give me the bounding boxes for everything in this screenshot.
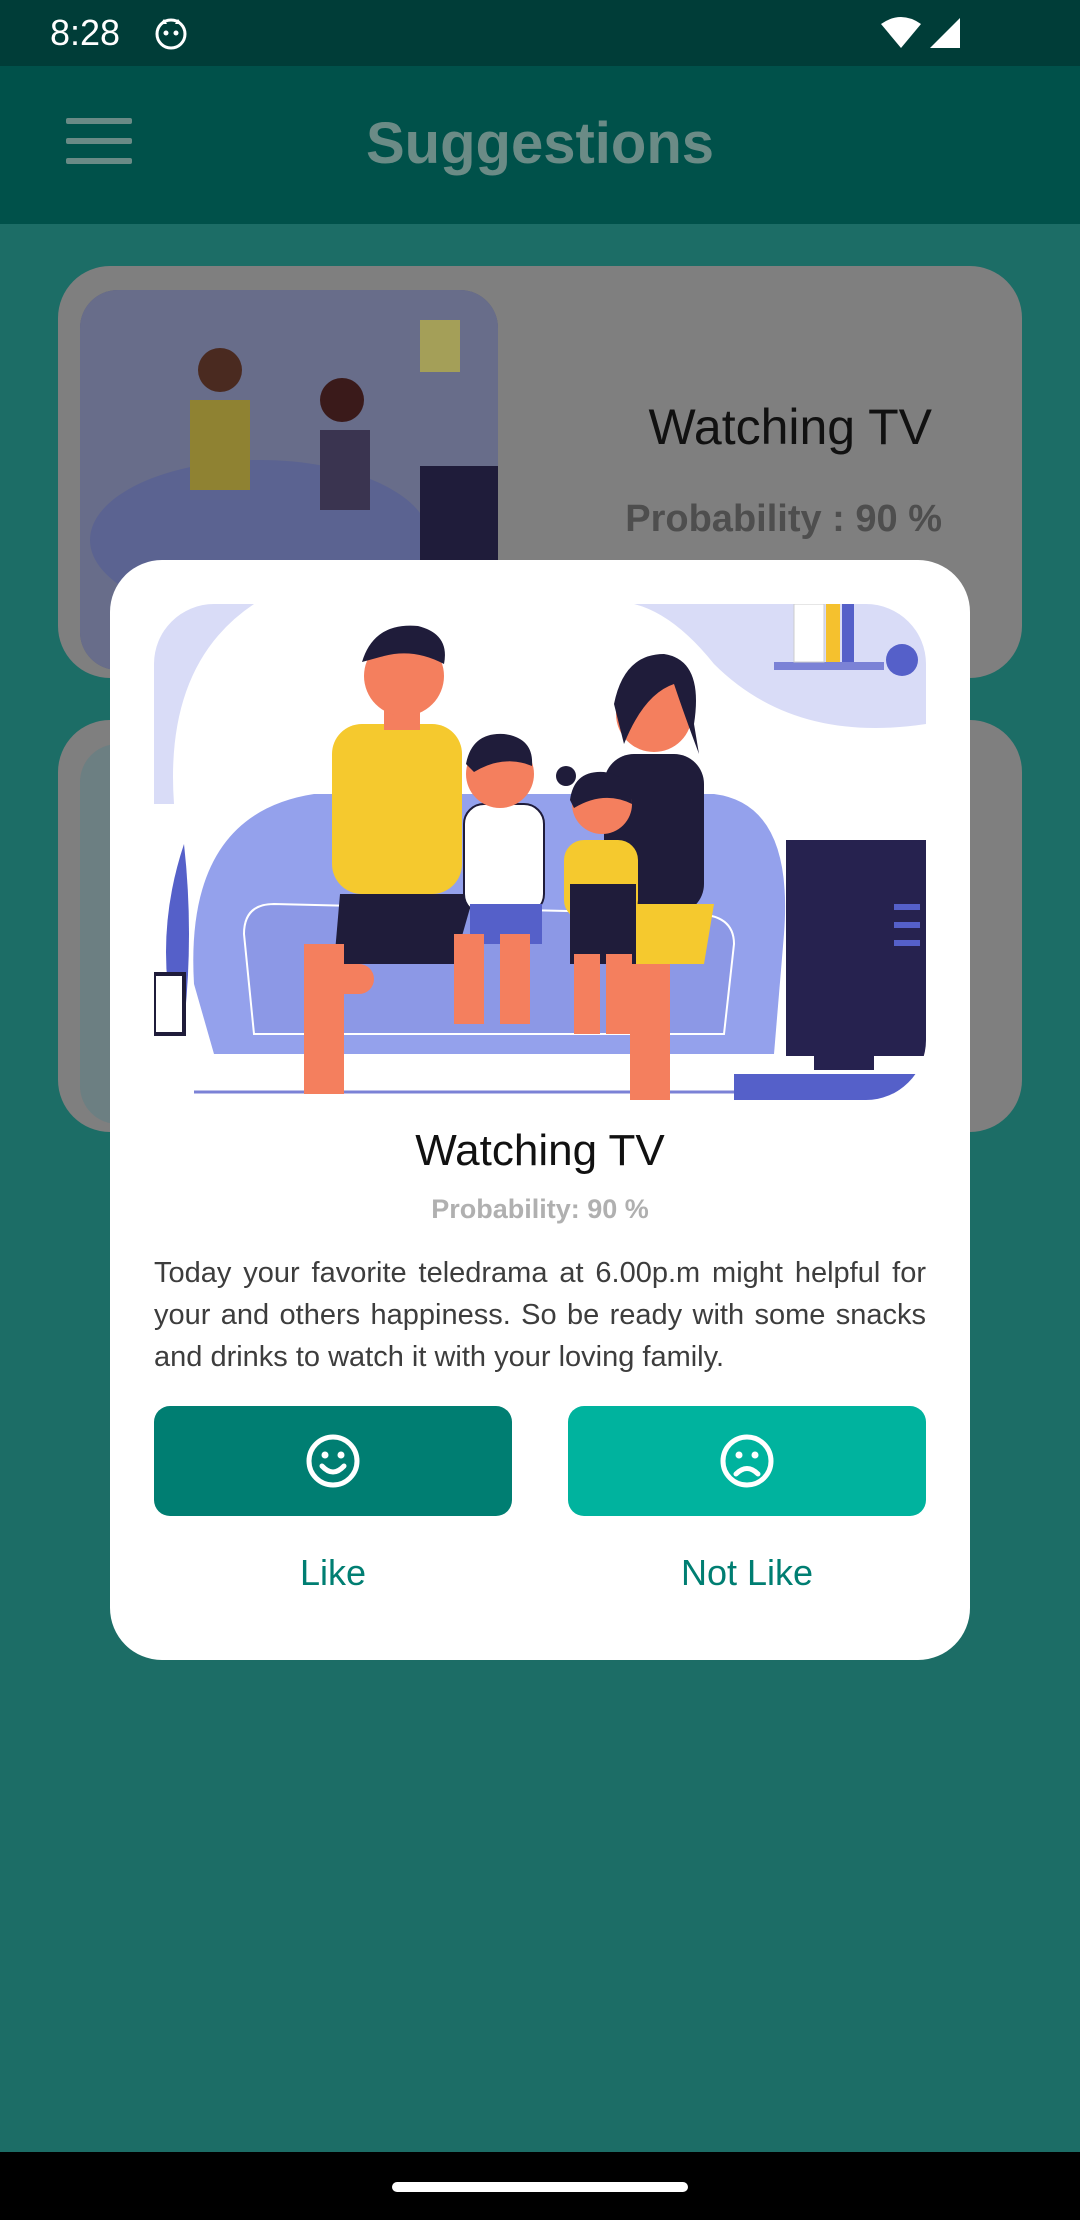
navigation-bar (0, 2152, 1080, 2220)
signal-icon (930, 18, 960, 48)
status-time: 8:28 (50, 12, 121, 53)
dialog-description: Today your favorite teledrama at 6.00p.m… (154, 1257, 926, 1373)
hero-illustration (154, 604, 926, 1100)
card-probability: Probability : 90 % (625, 498, 942, 540)
not-like-label[interactable]: Not Like (568, 1552, 926, 1594)
status-bar: 8:28 (0, 0, 1080, 66)
frown-icon (720, 1434, 774, 1488)
home-gesture-handle[interactable] (392, 2182, 688, 2192)
card-title: Watching TV (648, 399, 932, 455)
app-bar: Suggestions (0, 66, 1080, 224)
like-label[interactable]: Like (154, 1552, 512, 1594)
like-button[interactable] (154, 1406, 512, 1516)
smile-icon (306, 1434, 360, 1488)
suggestion-dialog: Watching TV Probability: 90 % Today your… (110, 560, 970, 1660)
wifi-icon (881, 17, 921, 48)
page-title: Suggestions (365, 111, 715, 176)
notification-cat-icon (155, 18, 187, 50)
dialog-title: Watching TV (415, 1126, 665, 1175)
not-like-button[interactable] (568, 1406, 926, 1516)
dialog-probability: Probability: 90 % (431, 1194, 649, 1224)
